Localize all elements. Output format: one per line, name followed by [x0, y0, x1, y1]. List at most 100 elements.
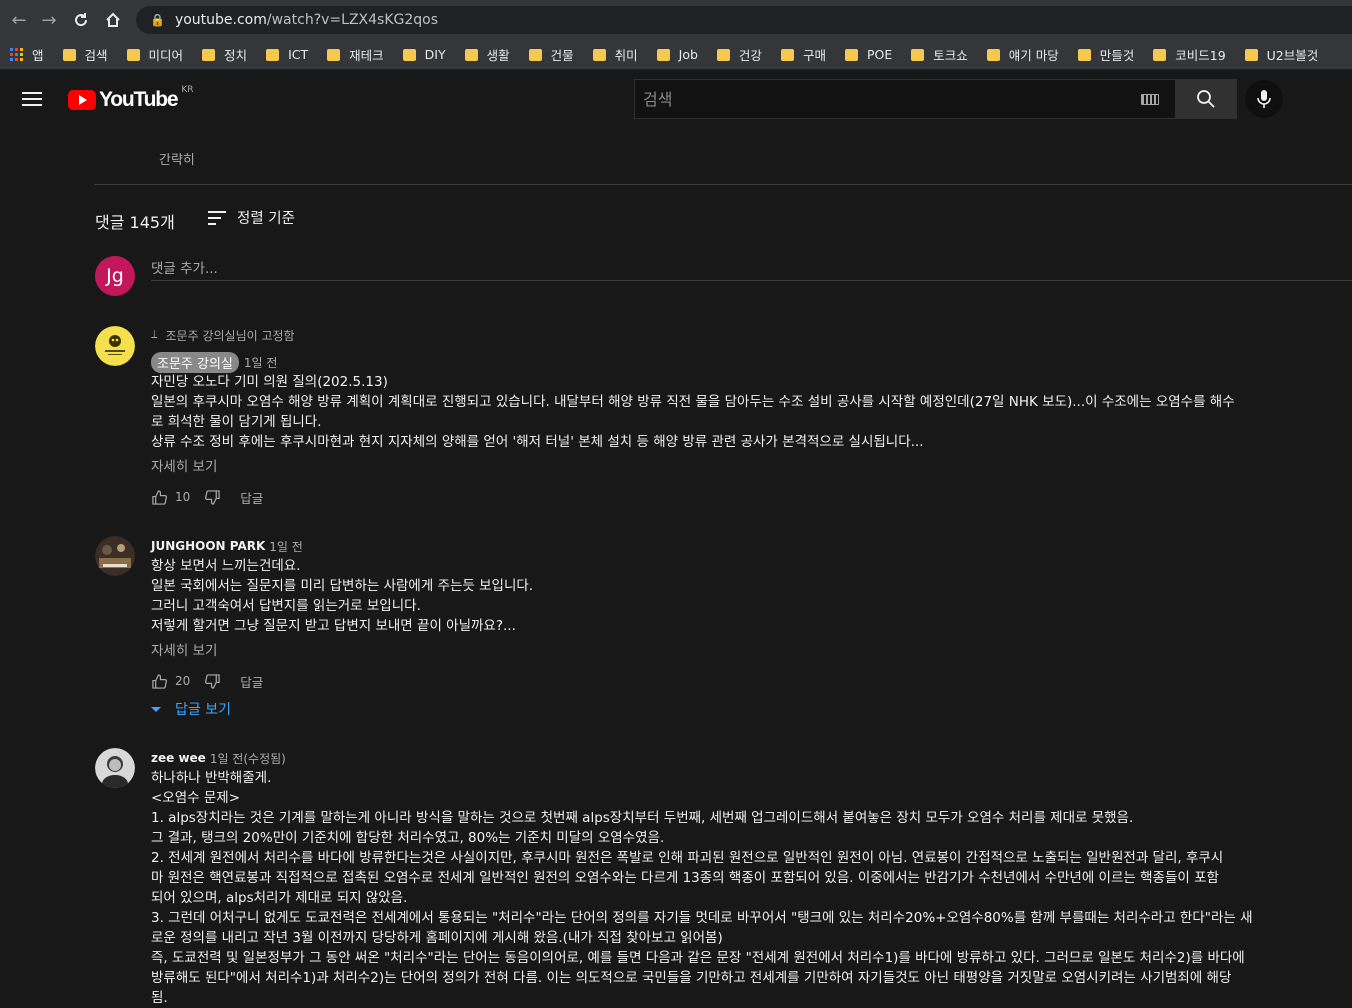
url-host: youtube.com — [174, 12, 267, 28]
bookmark-item[interactable]: 코비드19 — [1153, 45, 1226, 64]
forward-arrow-icon[interactable]: → — [34, 5, 64, 35]
comment-line: 2. 전세계 원전에서 처리수를 바다에 방류한다는것은 사실이지만, 후쿠시마… — [151, 850, 1224, 866]
url-path: /watch?v=LZX4sKG2qos — [266, 12, 439, 28]
bookmark-item[interactable]: 토크쇼 — [911, 45, 968, 64]
comment-text: 항상 보면서 느끼는건데요. 일본 국회에서는 질문지를 미리 답변하는 사람에게… — [151, 556, 1331, 636]
folder-icon — [62, 48, 76, 61]
bookmark-label: 토크쇼 — [933, 48, 968, 63]
folder-icon — [202, 48, 216, 61]
bookmark-item[interactable]: Job — [656, 47, 698, 62]
comment-author[interactable]: 조문주 강의실 — [151, 351, 239, 373]
add-comment-input[interactable]: 댓글 추가... — [151, 255, 1352, 281]
folder-icon — [592, 48, 606, 61]
youtube-logo[interactable]: YouTube KR — [68, 85, 193, 112]
bookmark-label: 재테크 — [349, 48, 384, 63]
view-replies-label: 답글 보기 — [175, 702, 231, 718]
bookmark-item[interactable]: POE — [844, 47, 892, 62]
sort-label: 정렬 기준 — [237, 211, 295, 227]
youtube-header: YouTube KR — [0, 71, 1352, 127]
bookmark-label: ICT — [288, 47, 309, 62]
bookmark-item[interactable]: 만들것 — [1077, 45, 1135, 64]
sort-icon — [208, 210, 226, 225]
bookmark-label: 미디어 — [148, 48, 184, 63]
keyboard-icon[interactable] — [1141, 94, 1159, 105]
bookmark-item[interactable]: 재테크 — [327, 45, 384, 64]
thumbs-up-icon[interactable] — [151, 673, 167, 689]
comment-line: <오염수 문제> — [151, 790, 241, 806]
logo-text: YouTube — [99, 88, 179, 111]
bookmark-item[interactable]: 건물 — [528, 45, 574, 64]
comment-line: 되어 있으며, alps처리가 제대로 되지 않았음. — [151, 890, 408, 906]
home-icon[interactable] — [98, 5, 128, 35]
comment-count: 댓글 145개 — [95, 213, 175, 232]
voice-search-button[interactable] — [1245, 80, 1283, 118]
menu-icon[interactable] — [22, 92, 42, 106]
comment-line: 저렇게 할거면 그냥 질문지 받고 답변지 보내면 끝이 아닐까요?... — [151, 618, 516, 634]
comment-line: 하나하나 반박해줄게. — [151, 770, 272, 786]
bookmark-label: 만들것 — [1099, 48, 1135, 63]
comment-time[interactable]: 1일 전 — [269, 538, 303, 555]
search-button[interactable] — [1175, 79, 1237, 119]
folder-icon — [327, 48, 341, 61]
avatar[interactable] — [95, 326, 135, 366]
avatar[interactable] — [95, 748, 135, 788]
comment-line: 즉, 도쿄전력 및 일본정부가 그 동안 써온 "처리수"라는 단어는 동음이의… — [151, 950, 1245, 966]
chevron-down-icon — [151, 706, 161, 712]
bookmark-item[interactable]: 미디어 — [126, 45, 184, 64]
folder-icon — [266, 48, 280, 61]
comment-text: 자민당 오노다 기미 의원 질의(202.5.13) 일본의 후쿠시마 오염수 해… — [151, 372, 1331, 452]
comment-line: 일본의 후쿠시마 오염수 해양 방류 계획이 계획대로 진행되고 있습니다. 내… — [151, 394, 1235, 410]
bookmark-item[interactable]: U2브볼것 — [1244, 45, 1318, 64]
comment-time[interactable]: 1일 전 — [244, 354, 278, 371]
thumbs-down-icon[interactable] — [204, 673, 220, 689]
comment-line: 일본 국회에서는 질문지를 미리 답변하는 사람에게 주는듯 보입니다. — [151, 578, 534, 594]
bookmark-item[interactable]: 정치 — [202, 45, 247, 64]
bookmark-item[interactable]: 취미 — [592, 45, 638, 64]
comment-line: 3. 그런데 어처구니 없게도 도쿄전력은 전세계에서 통용되는 "처리수"라는… — [151, 910, 1253, 926]
address-bar[interactable]: 🔒 youtube.com/watch?v=LZX4sKG2qos — [136, 6, 1352, 34]
read-more-link[interactable]: 자세히 보기 — [151, 455, 1331, 475]
comment-author[interactable]: zee wee — [151, 751, 206, 765]
bookmark-label: Job — [678, 47, 698, 62]
bookmark-item[interactable]: ICT — [266, 47, 308, 62]
avatar[interactable] — [95, 536, 135, 576]
view-replies-button[interactable]: 답글 보기 — [151, 699, 1331, 719]
bookmark-item[interactable]: 구매 — [780, 45, 826, 64]
comment-time[interactable]: 1일 전(수정됨) — [210, 750, 286, 767]
comment-line: 상류 수조 정비 후에는 후쿠시마현과 현지 지자체의 양해를 얻어 '해저 터… — [151, 434, 924, 450]
folder-icon — [126, 48, 140, 61]
bookmark-label: 정치 — [224, 48, 248, 63]
folder-icon — [1077, 48, 1091, 61]
bookmark-item[interactable]: 건강 — [716, 45, 762, 64]
bookmark-label: 건물 — [550, 48, 574, 63]
bookmark-item[interactable]: 검색 — [62, 45, 108, 64]
comments-section: 간략히 댓글 145개 정렬 기준 Jg 댓글 추가... ⟘ 조문주 강의실님… — [0, 127, 1352, 1006]
back-arrow-icon[interactable]: ← — [4, 5, 34, 35]
folder-icon — [464, 48, 478, 61]
search-icon — [1197, 90, 1215, 108]
folder-icon — [656, 48, 670, 61]
reply-button[interactable]: 답글 — [240, 672, 263, 691]
bookmark-item[interactable]: 생활 — [464, 45, 510, 64]
comment-author[interactable]: JUNGHOON PARK — [151, 539, 265, 553]
bookmark-label: 건강 — [738, 48, 762, 63]
sort-button[interactable]: 정렬 기준 — [208, 207, 295, 228]
folder-icon — [911, 48, 925, 61]
show-less-link[interactable]: 간략히 — [159, 149, 195, 168]
comment-line: 방류해도 된다"에서 처리수1)과 처리수2)는 단어의 정의가 전혀 다름. … — [151, 970, 1232, 986]
thumbs-up-icon[interactable] — [151, 489, 167, 505]
comment-line: 자민당 오노다 기미 의원 질의(202.5.13) — [151, 374, 388, 390]
apps-icon — [10, 48, 23, 61]
bookmark-label: 검색 — [84, 48, 108, 63]
lock-icon: 🔒 — [150, 13, 165, 27]
bookmark-item[interactable]: 얘기 마당 — [986, 45, 1059, 64]
thumbs-down-icon[interactable] — [204, 489, 220, 505]
bookmark-item[interactable]: DIY — [402, 47, 446, 62]
pin-icon: ⟘ — [151, 328, 158, 341]
bookmark-item[interactable]: 앱 — [10, 45, 44, 64]
reload-icon[interactable] — [66, 5, 96, 35]
reply-button[interactable]: 답글 — [240, 488, 263, 507]
bookmark-label: 취미 — [614, 48, 638, 63]
search-input[interactable] — [643, 89, 1133, 109]
read-more-link[interactable]: 자세히 보기 — [151, 639, 1331, 659]
